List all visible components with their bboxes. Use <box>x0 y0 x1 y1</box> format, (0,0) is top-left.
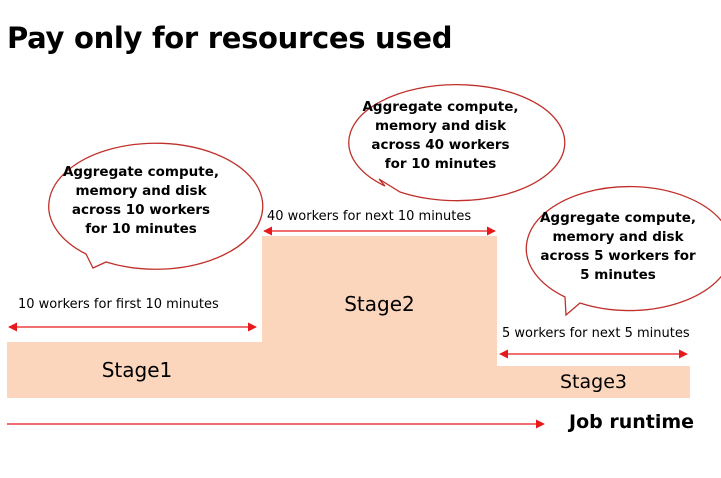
stage2-callout-text: Aggregate compute, memory and disk acros… <box>362 99 519 172</box>
diagram-canvas: Pay only for resources used Stage1 Stage… <box>0 0 721 478</box>
stage1-callout-text: Aggregate compute, memory and disk acros… <box>62 164 220 237</box>
job-runtime-label: Job runtime <box>569 411 695 433</box>
stage3-callout-text: Aggregate compute, memory and disk acros… <box>539 210 697 283</box>
